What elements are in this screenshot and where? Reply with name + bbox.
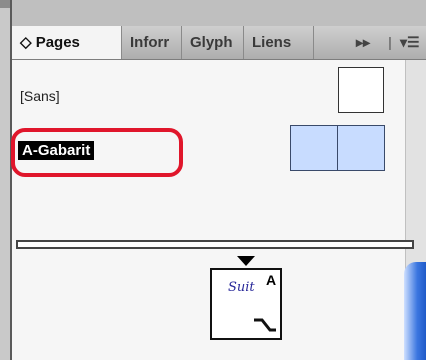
page-corner-mark-icon [254,318,276,332]
master-a-label[interactable]: A-Gabarit [18,141,95,160]
panel-menu-icon[interactable]: ▾☰ [400,26,420,59]
document-preview-edge [404,262,426,360]
signature-image: Suit [228,280,255,295]
panel-tab-bar: ◇ Pages Inforr Glyph Liens ▸▸ | ▾☰ [12,26,426,60]
panel-section-splitter[interactable] [16,240,414,249]
current-page-marker-icon [237,256,255,266]
master-a-right-page [338,126,384,170]
tab-info[interactable]: Inforr [122,26,182,59]
master-a-spread-thumbnail[interactable] [290,125,385,171]
tab-links[interactable]: Liens [244,26,314,59]
tab-separator: | [388,34,392,50]
tab-glyphs[interactable]: Glyph [182,26,244,59]
master-a-left-page [291,126,337,170]
tab-pages[interactable]: ◇ Pages [12,26,122,59]
page-master-letter: A [266,272,277,288]
master-none-label[interactable]: [Sans] [20,88,60,104]
more-tabs-icon[interactable]: ▸▸ [356,26,370,59]
master-none-thumbnail[interactable] [338,67,384,113]
